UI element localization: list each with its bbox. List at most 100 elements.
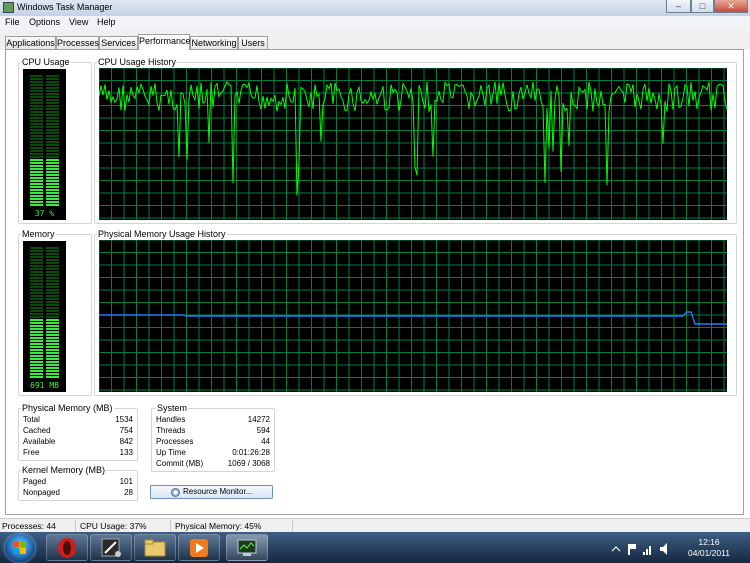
stat-value: 1069 / 3068 (227, 459, 270, 468)
memory-gauge-segment (30, 304, 43, 306)
menu-view[interactable]: View (69, 17, 88, 27)
memory-label: Memory (21, 229, 56, 239)
memory-gauge-segment (30, 373, 43, 375)
memory-gauge-segment (30, 334, 43, 336)
tab-performance[interactable]: Performance (138, 34, 191, 50)
cpu-gauge-segment (30, 162, 43, 164)
cpu-gauge-segment (46, 129, 59, 131)
memory-gauge-segment (30, 322, 43, 324)
memory-gauge-segment (46, 310, 59, 312)
cpu-gauge-segment (30, 75, 43, 77)
cpu-gauge-segment (30, 117, 43, 119)
memory-gauge-segment (46, 322, 59, 324)
memory-gauge-segment (46, 301, 59, 303)
memory-gauge-segment (30, 352, 43, 354)
cpu-gauge-segment (30, 93, 43, 95)
tab-networking[interactable]: Networking (190, 36, 238, 49)
memory-history-graph (99, 240, 727, 392)
tab-users[interactable]: Users (238, 36, 268, 49)
memory-gauge-segment (30, 367, 43, 369)
memory-gauge-segment (30, 277, 43, 279)
memory-gauge-segment (46, 265, 59, 267)
memory-gauge-segment (46, 247, 59, 249)
cpu-gauge-segment (46, 120, 59, 122)
start-button[interactable] (5, 534, 35, 562)
stat-value: 1534 (115, 415, 133, 424)
task-manager-icon (3, 2, 14, 13)
memory-gauge-segment (30, 343, 43, 345)
cpu-gauge-segment (46, 147, 59, 149)
stat-value: 754 (119, 426, 133, 435)
memory-history-plot (99, 240, 727, 392)
system-tray (611, 543, 667, 555)
tab-services[interactable]: Services (99, 36, 138, 49)
memory-gauge-segment (30, 295, 43, 297)
cpu-gauge-segment (46, 183, 59, 185)
close-button[interactable]: ✕ (714, 0, 748, 13)
memory-gauge-segment (30, 346, 43, 348)
memory-history-label: Physical Memory Usage History (97, 229, 227, 239)
memory-gauge-bars (30, 247, 59, 378)
stat-row-free: Free 133 (23, 448, 133, 459)
network-icon[interactable] (643, 552, 645, 555)
cpu-gauge-segment (30, 171, 43, 173)
taskbar-task-manager[interactable] (226, 534, 268, 561)
cpu-gauge-segment (30, 99, 43, 101)
memory-gauge-segment (46, 292, 59, 294)
cpu-usage-value: 37 % (34, 209, 55, 218)
taskbar-media-app[interactable] (90, 534, 132, 561)
memory-gauge: 691 MB (23, 241, 66, 392)
menu-help[interactable]: Help (97, 17, 116, 27)
tab-processes[interactable]: Processes (56, 36, 99, 49)
memory-gauge-segment (46, 325, 59, 327)
memory-gauge-segment (46, 361, 59, 363)
minimize-button[interactable]: – (666, 0, 691, 13)
folder-icon (144, 539, 166, 557)
cpu-gauge-segment (46, 195, 59, 197)
memory-gauge-segment (46, 352, 59, 354)
resource-monitor-label: Resource Monitor... (183, 487, 253, 496)
menu-file[interactable]: File (5, 17, 20, 27)
memory-gauge-segment (30, 289, 43, 291)
memory-gauge-segment (46, 268, 59, 270)
volume-icon[interactable] (660, 543, 667, 555)
memory-gauge-segment (46, 337, 59, 339)
memory-gauge-segment (46, 346, 59, 348)
maximize-button[interactable]: □ (691, 0, 714, 13)
tab-applications[interactable]: Applications (5, 36, 56, 49)
memory-gauge-segment (46, 334, 59, 336)
menu-options[interactable]: Options (29, 17, 60, 27)
memory-gauge-segment (46, 307, 59, 309)
stat-key: Nonpaged (23, 488, 60, 497)
cpu-gauge-segment (30, 96, 43, 98)
status-bar: Processes: 44 CPU Usage: 37% Physical Me… (0, 518, 750, 532)
clock-date: 04/01/2011 (688, 548, 730, 558)
taskbar-media-player[interactable] (178, 534, 220, 561)
taskbar-opera[interactable] (46, 534, 88, 561)
resource-monitor-button[interactable]: Resource Monitor... (150, 485, 273, 499)
stat-row-paged: Paged 101 (23, 477, 133, 488)
memory-gauge-segment (46, 316, 59, 318)
cpu-gauge-segment (30, 120, 43, 122)
memory-gauge-segment (30, 325, 43, 327)
memory-gauge-segment (46, 364, 59, 366)
media-player-icon (190, 539, 208, 557)
performance-panel: CPU Usage 37 % CPU Usage History Memory … (5, 49, 744, 515)
taskbar-explorer[interactable] (134, 534, 176, 561)
title-bar[interactable]: Windows Task Manager – □ ✕ (0, 0, 750, 16)
memory-gauge-segment (30, 274, 43, 276)
show-hidden-icons-icon[interactable] (611, 546, 621, 552)
memory-gauge-segment (30, 358, 43, 360)
memory-gauge-segment (30, 349, 43, 351)
taskbar-clock[interactable]: 12:16 04/01/2011 (682, 537, 736, 559)
memory-gauge-segment (46, 259, 59, 261)
memory-gauge-segment (46, 355, 59, 357)
memory-gauge-segment (30, 328, 43, 330)
stat-value: 14272 (247, 415, 270, 424)
memory-gauge-segment (46, 331, 59, 333)
memory-gauge-segment (46, 370, 59, 372)
cpu-gauge-segment (46, 159, 59, 161)
menu-bar: File Options View Help (0, 16, 750, 30)
memory-gauge-segment (30, 256, 43, 258)
flag-icon[interactable] (628, 544, 630, 555)
